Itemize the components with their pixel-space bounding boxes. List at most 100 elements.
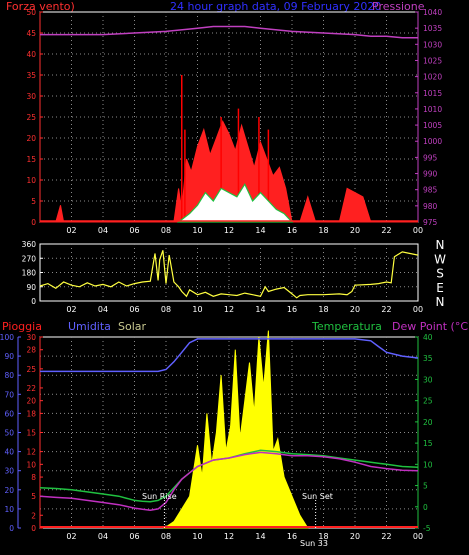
- rain-tick-label: 90: [4, 352, 14, 361]
- pressure-tick-label: 980: [423, 202, 438, 211]
- sunset-label: Sun Set: [302, 492, 333, 501]
- compass-label: N: [436, 295, 445, 309]
- wind-tick-label: 30: [26, 92, 36, 101]
- sunrise-label: Sun Rise: [142, 492, 177, 501]
- x-tick-label: 06: [129, 305, 139, 314]
- humidity-axis-label: Umidita: [68, 320, 111, 333]
- compass-label: N: [436, 238, 445, 252]
- rain-tick-label: 20: [4, 486, 14, 495]
- x-tick-label: 04: [98, 532, 108, 541]
- x-tick-label: 22: [381, 226, 391, 235]
- x-tick-label: 04: [98, 226, 108, 235]
- x-tick-label: 12: [224, 305, 234, 314]
- temperature-tick-label: 30: [423, 375, 433, 384]
- rain-tick-label: 50: [4, 429, 14, 438]
- x-tick-label: 22: [381, 532, 391, 541]
- temperature-tick-label: 15: [423, 439, 433, 448]
- wind-tick-label: 25: [26, 113, 36, 122]
- x-tick-label: 18: [318, 305, 328, 314]
- pressure-tick-label: 1025: [423, 56, 442, 65]
- temperature-tick-label: 10: [423, 460, 433, 469]
- x-tick-label: 14: [255, 226, 265, 235]
- humidity-tick-label: 22: [26, 384, 36, 393]
- sun-annotation: Sun 33: [300, 539, 328, 548]
- temperature-tick-label: 0: [423, 503, 428, 512]
- solar-label: Solar: [118, 320, 147, 333]
- humidity-tick-label: 2: [31, 511, 36, 520]
- rain-tick-label: 30: [4, 467, 14, 476]
- weather-charts: Forza vento) 24 hour graph data, 09 Febr…: [0, 0, 469, 548]
- pressure-tick-label: 975: [423, 218, 438, 227]
- wind-tick-label: 40: [26, 50, 36, 59]
- pressure-tick-label: 1035: [423, 24, 442, 33]
- humidity-tick-label: 18: [26, 409, 36, 418]
- solar-area: [162, 330, 309, 529]
- temperature-humidity-chart: 02 04 06 08 10 12 14 16 18 20 22 0 0 0 10 20 30 40 50 60 70 8…: [0, 330, 433, 548]
- rain-axis-label: Pioggia: [2, 320, 42, 333]
- x-tick-label: 14: [255, 532, 265, 541]
- humidity-tick-label: 28: [26, 346, 36, 355]
- humidity-tick-label: 5: [31, 492, 36, 501]
- pressure-tick-label: 1015: [423, 89, 442, 98]
- wind-tick-label: 5: [31, 197, 36, 206]
- x-tick-label: 06: [129, 532, 139, 541]
- humidity-tick-label: 0: [31, 524, 36, 533]
- x-tick-label: 02: [66, 226, 76, 235]
- rain-tick-label: 100: [0, 333, 14, 342]
- wind-axis-label: Forza vento): [6, 0, 75, 13]
- rain-tick-label: 70: [4, 390, 14, 399]
- pressure-tick-label: 1005: [423, 121, 442, 130]
- pressure-tick-label: 1000: [423, 137, 442, 146]
- rain-tick-label: 0: [9, 524, 14, 533]
- pressure-tick-label: 995: [423, 153, 438, 162]
- temperature-tick-label: 25: [423, 397, 433, 406]
- wind-tick-label: 15: [26, 155, 36, 164]
- compass-label: W: [434, 252, 446, 266]
- humidity-tick-label: 10: [26, 460, 36, 469]
- x-tick-label: 04: [98, 305, 108, 314]
- temperature-tick-label: 40: [423, 333, 433, 342]
- pressure-tick-label: 985: [423, 186, 438, 195]
- temperature-tick-label: -5: [423, 524, 431, 533]
- x-tick-label: 10: [192, 305, 202, 314]
- x-tick-label: 16: [287, 226, 297, 235]
- wind-direction-line: [39, 250, 419, 299]
- humidity-tick-label: 12: [26, 448, 36, 457]
- rain-tick-label: 10: [4, 505, 14, 514]
- x-tick-label: 20: [350, 226, 360, 235]
- x-tick-label: 14: [255, 305, 265, 314]
- x-tick-label: 06: [129, 226, 139, 235]
- wind-pressure-chart: 02 04 06 08 10 12 14 16 18 20 22 000510152025303540…: [26, 8, 442, 235]
- x-tick-label: 10: [192, 226, 202, 235]
- wind-tick-label: 45: [26, 29, 36, 38]
- humidity-tick-label: 25: [26, 365, 36, 374]
- x-tick-label: 12: [224, 226, 234, 235]
- temperature-axis-label: Temperatura: [311, 320, 382, 333]
- rain-tick-label: 40: [4, 448, 14, 457]
- x-tick-label: 00: [413, 226, 423, 235]
- x-tick-label: 08: [161, 532, 171, 541]
- x-tick-label: 18: [318, 226, 328, 235]
- compass-label: S: [436, 267, 444, 281]
- x-tick-label: 02: [66, 532, 76, 541]
- x-tick-label: 02: [66, 305, 76, 314]
- dewpoint-axis-label: Dew Point (°C): [392, 320, 469, 333]
- x-tick-label: 12: [224, 532, 234, 541]
- x-tick-label: 08: [161, 305, 171, 314]
- pressure-tick-label: 1030: [423, 40, 442, 49]
- x-tick-label: 20: [350, 532, 360, 541]
- direction-tick-label: 90: [26, 283, 36, 292]
- humidity-tick-label: 8: [31, 473, 36, 482]
- temperature-tick-label: 5: [423, 482, 428, 491]
- wind-tick-label: 0: [31, 218, 36, 227]
- rain-tick-label: 60: [4, 409, 14, 418]
- x-tick-label: 16: [287, 532, 297, 541]
- compass-label: E: [436, 281, 444, 295]
- x-tick-label: 08: [161, 226, 171, 235]
- wind-direction-chart: 02 04 06 08 10 12 14 16 18 20 22 00090180270360 NWSE…: [22, 238, 446, 314]
- x-tick-label: 16: [287, 305, 297, 314]
- temperature-tick-label: 35: [423, 354, 433, 363]
- wind-tick-label: 50: [26, 8, 36, 17]
- pressure-axis-label: Pressione: [372, 0, 425, 13]
- direction-tick-label: 180: [22, 269, 37, 278]
